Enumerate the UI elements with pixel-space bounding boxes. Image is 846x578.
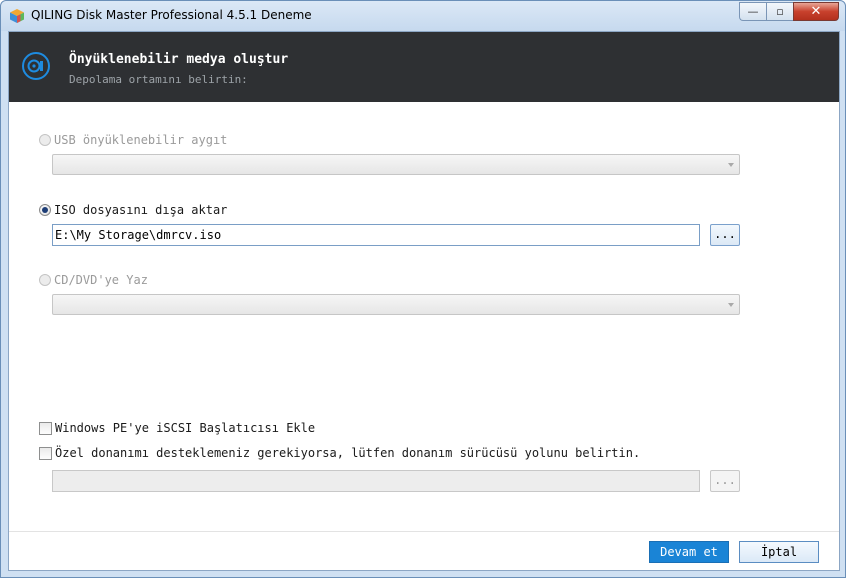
close-button[interactable]: ✕ [793,2,839,21]
cd-drive-select[interactable] [52,294,740,315]
usb-device-select[interactable] [52,154,740,175]
minimize-button[interactable]: — [739,2,766,21]
cd-radio[interactable] [39,274,51,286]
driver-path-input[interactable] [52,470,700,492]
app-cube-icon [10,9,24,23]
restore-icon: ▫ [776,5,784,18]
iso-option[interactable]: ISO dosyasını dışa aktar [39,203,227,217]
chevron-down-icon [728,163,734,167]
usb-option[interactable]: USB önyüklenebilir aygıt [39,133,227,147]
window-title: QILING Disk Master Professional 4.5.1 De… [31,8,312,22]
page-subtitle: Depolama ortamını belirtin: [69,73,248,86]
iso-radio[interactable] [39,204,51,216]
wizard-header: Önyüklenebilir medya oluştur Depolama or… [9,32,839,102]
iscsi-label: Windows PE'ye iSCSI Başlatıcısı Ekle [55,421,316,435]
iso-path-input[interactable]: E:\My Storage\dmrcv.iso [52,224,700,246]
iscsi-checkbox[interactable] [39,421,52,435]
driver-label: Özel donanımı desteklemeniz gerekiyorsa,… [55,446,641,460]
usb-option-label: USB önyüklenebilir aygıt [54,133,228,147]
close-icon: ✕ [810,4,822,19]
driver-browse-button[interactable]: ... [710,470,740,492]
restore-button[interactable]: ▫ [766,2,793,21]
page-title: Önyüklenebilir medya oluştur [69,52,289,67]
app-window: QILING Disk Master Professional 4.5.1 De… [0,0,846,578]
cancel-button[interactable]: İptal [739,541,819,563]
iso-option-label: ISO dosyasını dışa aktar [54,203,228,217]
iso-browse-button[interactable]: ... [710,224,740,246]
title-bar[interactable]: QILING Disk Master Professional 4.5.1 De… [1,1,845,31]
driver-option[interactable]: Özel donanımı desteklemeniz gerekiyorsa,… [39,446,640,460]
next-button[interactable]: Devam et [649,541,729,563]
iscsi-option[interactable]: Windows PE'ye iSCSI Başlatıcısı Ekle [39,421,315,435]
usb-radio[interactable] [39,134,51,146]
driver-checkbox[interactable] [39,446,52,460]
dialog-body: Önyüklenebilir medya oluştur Depolama or… [8,31,840,571]
cd-option-label: CD/DVD'ye Yaz [54,273,148,287]
footer-divider [9,531,839,532]
disc-media-icon [22,52,50,80]
window-controls: — ▫ ✕ [739,2,839,21]
minimize-icon: — [747,5,759,18]
cd-option[interactable]: CD/DVD'ye Yaz [39,273,148,287]
chevron-down-icon [728,303,734,307]
